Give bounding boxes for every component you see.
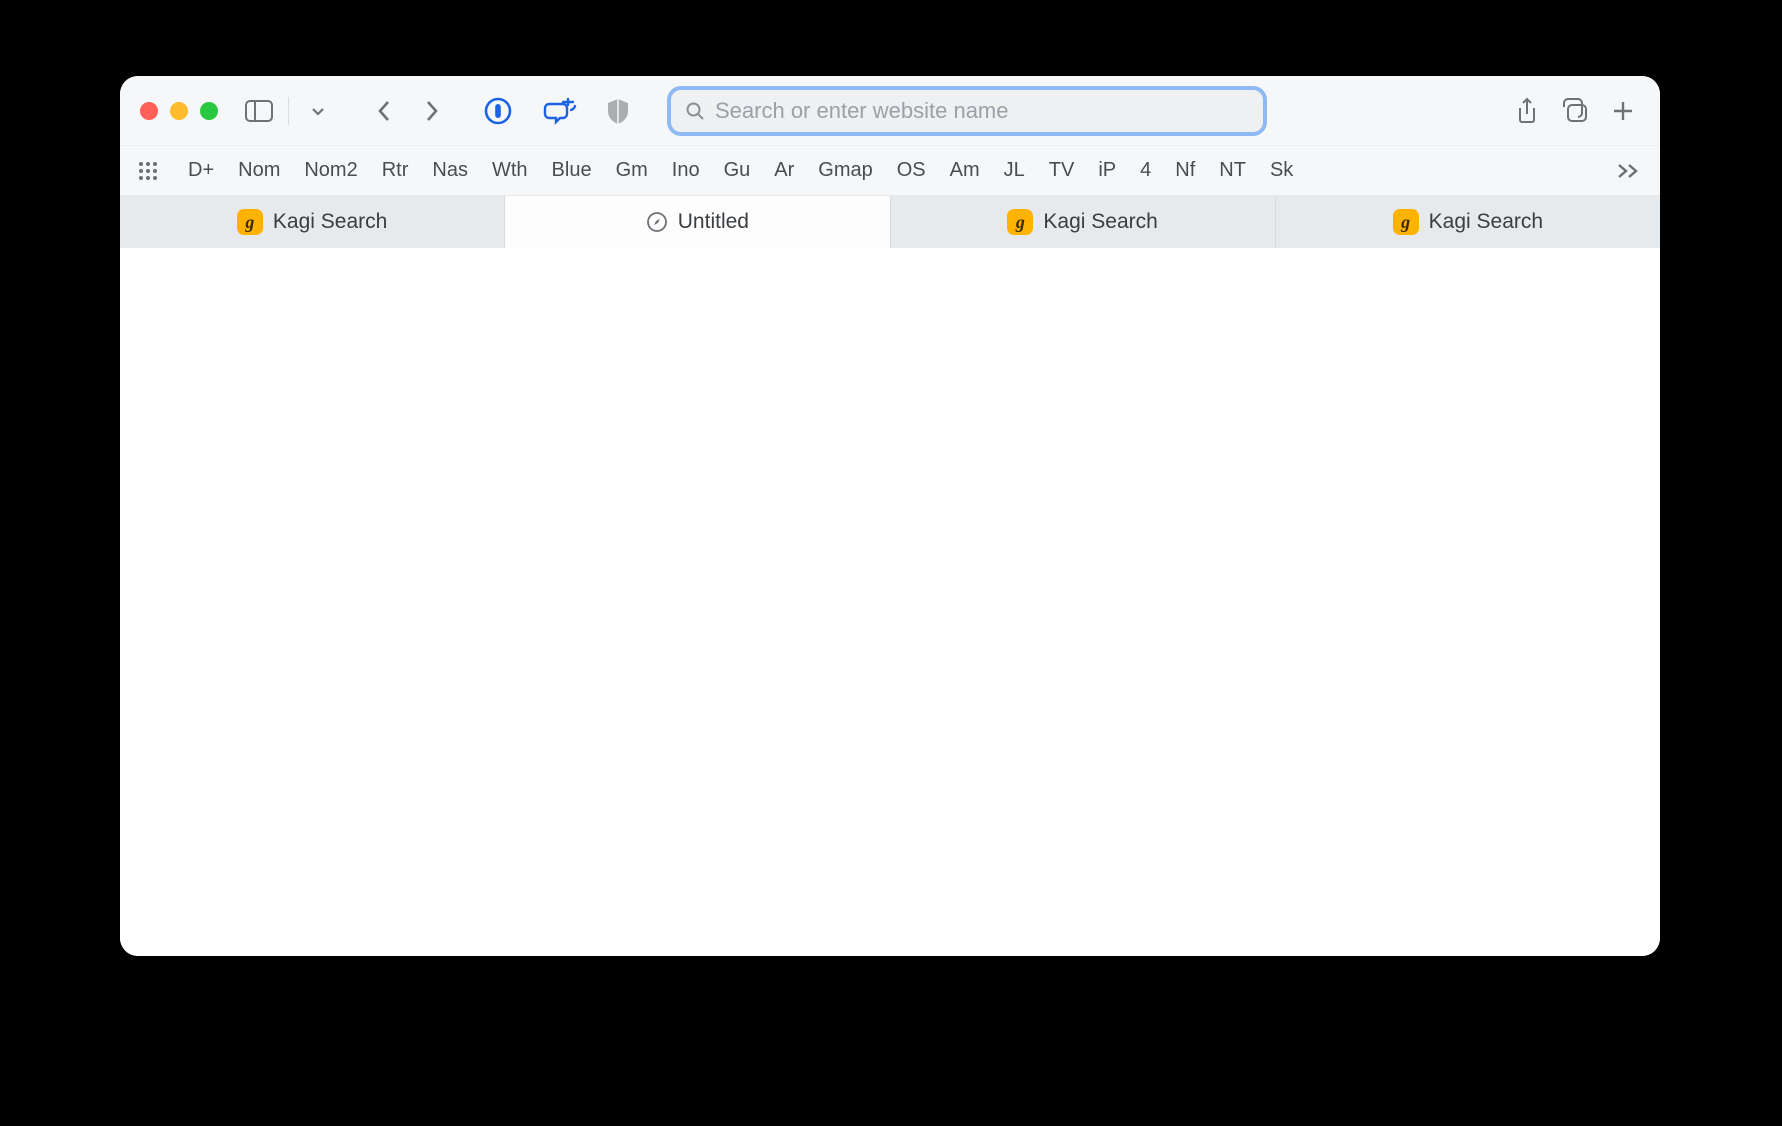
favorite-item[interactable]: Nas	[432, 159, 468, 182]
tab-label: Kagi Search	[1429, 210, 1543, 234]
tab-kagi-search[interactable]: g Kagi Search	[120, 196, 505, 248]
safari-window: D+ Nom Nom2 Rtr Nas Wth Blue Gm Ino Gu A…	[120, 76, 1660, 956]
tab-label: Untitled	[678, 210, 749, 234]
tab-kagi-search[interactable]: g Kagi Search	[891, 196, 1276, 248]
address-bar[interactable]	[667, 86, 1267, 136]
favorite-item[interactable]: NT	[1219, 159, 1246, 182]
tab-label: Kagi Search	[1043, 210, 1157, 234]
compass-icon	[646, 211, 668, 233]
translate-extension-icon[interactable]	[543, 94, 577, 128]
forward-button[interactable]	[415, 94, 449, 128]
favorite-item[interactable]: Ar	[774, 159, 794, 182]
new-tab-button[interactable]	[1606, 94, 1640, 128]
favorites-bar: D+ Nom Nom2 Rtr Nas Wth Blue Gm Ino Gu A…	[120, 146, 1660, 196]
address-input[interactable]	[715, 98, 1249, 124]
kagi-icon: g	[1007, 209, 1033, 235]
sidebar-toggle-button[interactable]	[242, 94, 276, 128]
apps-grid-icon[interactable]	[138, 161, 158, 181]
tab-overview-button[interactable]	[1558, 94, 1592, 128]
favorite-item[interactable]: Wth	[492, 159, 528, 182]
tab-untitled[interactable]: Untitled	[505, 196, 890, 248]
favorites-overflow-button[interactable]	[1616, 162, 1642, 180]
separator	[288, 97, 289, 125]
toolbar	[120, 76, 1660, 146]
tab-kagi-search[interactable]: g Kagi Search	[1276, 196, 1660, 248]
favorite-item[interactable]: JL	[1004, 159, 1025, 182]
favorite-item[interactable]: Am	[950, 159, 980, 182]
favorite-item[interactable]: Nf	[1175, 159, 1195, 182]
favorite-item[interactable]: iP	[1098, 159, 1116, 182]
favorite-item[interactable]: TV	[1049, 159, 1075, 182]
zoom-window-button[interactable]	[200, 102, 218, 120]
tab-strip: g Kagi Search Untitled g Kagi Search g K…	[120, 196, 1660, 248]
tab-label: Kagi Search	[273, 210, 387, 234]
page-content	[120, 248, 1660, 956]
search-icon	[685, 101, 705, 121]
favorite-item[interactable]: Gmap	[818, 159, 872, 182]
favorite-item[interactable]: Gu	[724, 159, 751, 182]
privacy-shield-icon[interactable]	[601, 94, 635, 128]
favorite-item[interactable]: Nom	[238, 159, 280, 182]
favorite-item[interactable]: D+	[188, 159, 214, 182]
favorite-item[interactable]: Nom2	[304, 159, 357, 182]
share-button[interactable]	[1510, 94, 1544, 128]
window-controls	[140, 102, 218, 120]
kagi-icon: g	[1393, 209, 1419, 235]
favorite-item[interactable]: OS	[897, 159, 926, 182]
favorite-item[interactable]: Ino	[672, 159, 700, 182]
tab-group-dropdown-button[interactable]	[301, 94, 335, 128]
back-button[interactable]	[367, 94, 401, 128]
favorite-item[interactable]: 4	[1140, 159, 1151, 182]
kagi-icon: g	[237, 209, 263, 235]
onepassword-extension-icon[interactable]	[481, 94, 515, 128]
minimize-window-button[interactable]	[170, 102, 188, 120]
favorite-item[interactable]: Gm	[616, 159, 648, 182]
favorite-item[interactable]: Rtr	[382, 159, 409, 182]
close-window-button[interactable]	[140, 102, 158, 120]
favorite-item[interactable]: Sk	[1270, 159, 1293, 182]
favorite-item[interactable]: Blue	[552, 159, 592, 182]
